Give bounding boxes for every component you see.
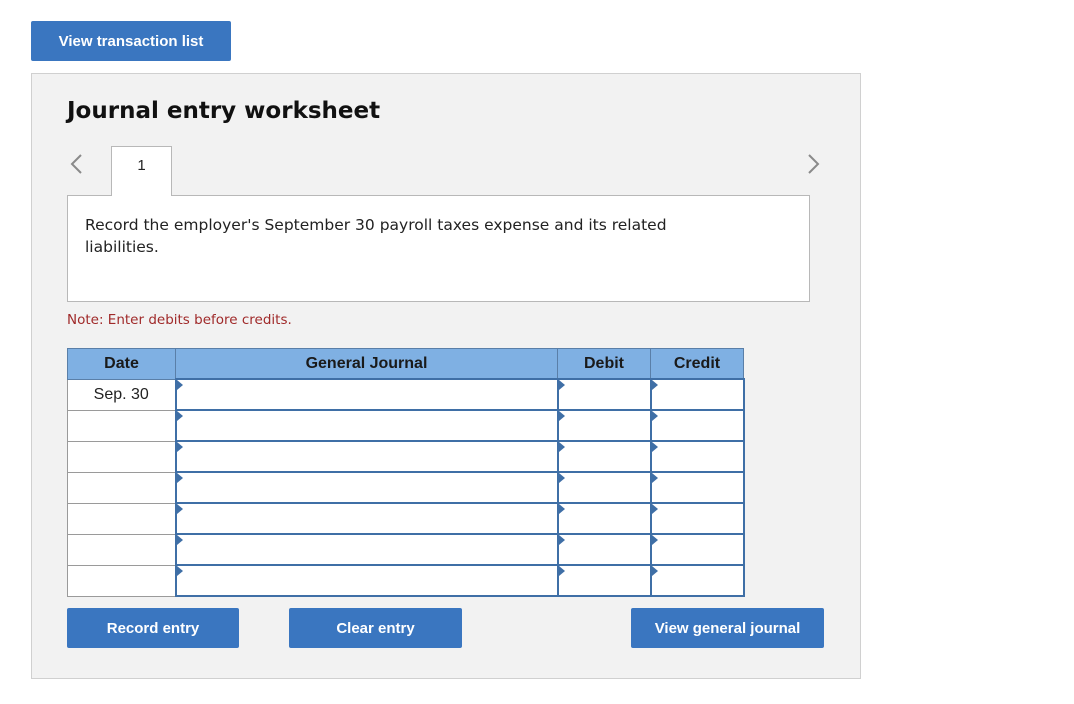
debit-input[interactable] (556, 409, 652, 442)
credit-input[interactable] (649, 471, 745, 504)
table-row (67, 409, 745, 442)
date-cell (67, 564, 176, 597)
date-cell (67, 440, 176, 473)
chevron-right-icon[interactable] (804, 151, 824, 177)
general-journal-account-input[interactable] (174, 533, 559, 566)
table-row (67, 564, 745, 597)
column-header-debit: Debit (557, 348, 651, 380)
worksheet-title: Journal entry worksheet (67, 98, 381, 124)
chevron-left-icon[interactable] (66, 151, 86, 177)
debit-input[interactable] (556, 471, 652, 504)
date-cell (67, 533, 176, 566)
credit-input[interactable] (649, 378, 745, 411)
debit-input[interactable] (556, 378, 652, 411)
view-general-journal-button[interactable]: View general journal (631, 608, 824, 648)
general-journal-account-input[interactable] (174, 378, 559, 411)
general-journal-account-input[interactable] (174, 471, 559, 504)
clear-entry-button[interactable]: Clear entry (289, 608, 462, 648)
debit-input[interactable] (556, 440, 652, 473)
credit-input[interactable] (649, 533, 745, 566)
record-entry-button[interactable]: Record entry (67, 608, 239, 648)
debit-input[interactable] (556, 502, 652, 535)
credit-input[interactable] (649, 564, 745, 597)
instruction-box: Record the employer's September 30 payro… (67, 195, 810, 302)
view-transaction-list-button[interactable]: View transaction list (31, 21, 231, 61)
tab-1[interactable]: 1 (111, 146, 172, 196)
table-row (67, 471, 745, 504)
date-cell: Sep. 30 (67, 378, 176, 411)
credit-input[interactable] (649, 440, 745, 473)
credit-input[interactable] (649, 502, 745, 535)
date-cell (67, 502, 176, 535)
journal-entry-worksheet-panel: Journal entry worksheet 1 Record the emp… (31, 73, 861, 679)
general-journal-account-input[interactable] (174, 409, 559, 442)
instruction-text: Record the employer's September 30 payro… (85, 216, 667, 256)
general-journal-account-input[interactable] (174, 440, 559, 473)
general-journal-account-input[interactable] (174, 502, 559, 535)
general-journal-account-input[interactable] (174, 564, 559, 597)
table-row (67, 533, 745, 566)
column-header-general-journal: General Journal (175, 348, 558, 380)
debit-input[interactable] (556, 564, 652, 597)
date-cell (67, 471, 176, 504)
credit-input[interactable] (649, 409, 745, 442)
column-header-date: Date (67, 348, 176, 380)
table-header-row: Date General Journal Debit Credit (67, 348, 744, 380)
date-cell (67, 409, 176, 442)
table-row (67, 502, 745, 535)
table-row: Sep. 30 (67, 378, 745, 411)
debit-input[interactable] (556, 533, 652, 566)
column-header-credit: Credit (650, 348, 744, 380)
journal-entry-table: Date General Journal Debit Credit Sep. 3… (67, 348, 745, 597)
table-row (67, 440, 745, 473)
debits-before-credits-note: Note: Enter debits before credits. (67, 312, 292, 328)
